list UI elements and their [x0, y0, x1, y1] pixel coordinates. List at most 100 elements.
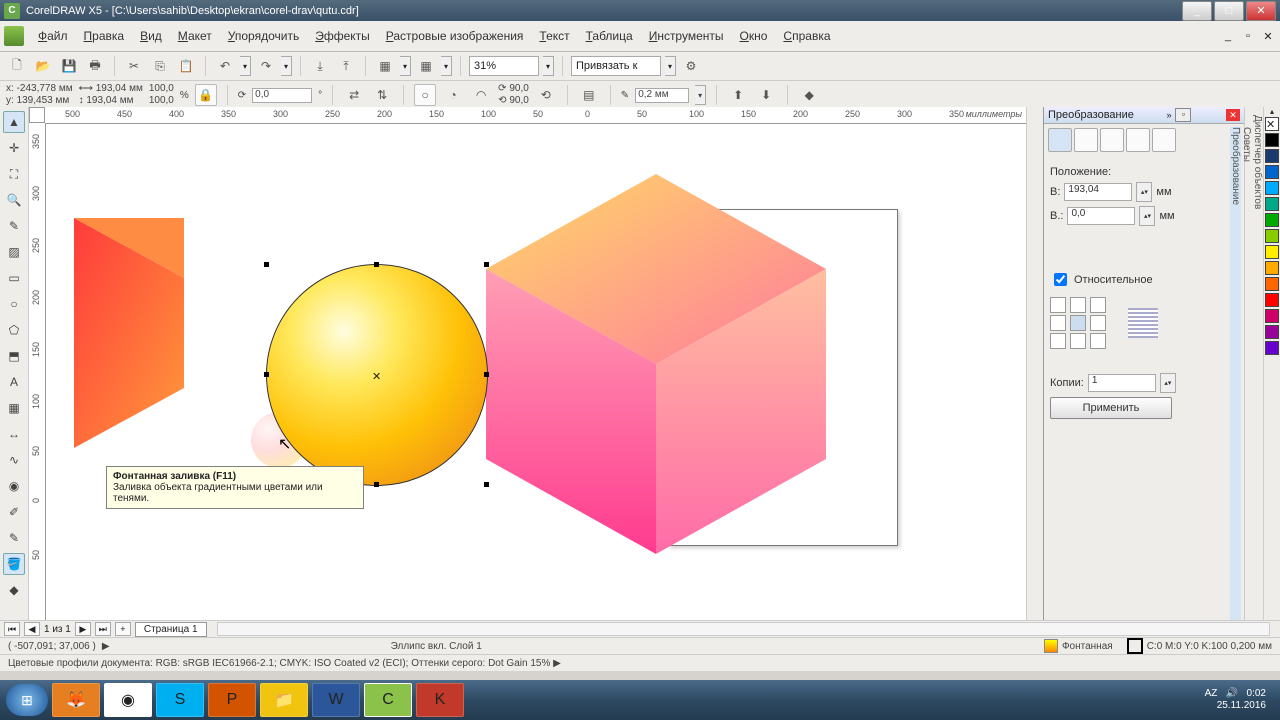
zoom-input[interactable]: 31% [469, 56, 539, 76]
vertical-scrollbar[interactable] [1026, 107, 1043, 620]
menu-table[interactable]: Таблица [578, 27, 641, 45]
swatch-lime[interactable] [1265, 229, 1279, 243]
swatch-purple[interactable] [1265, 341, 1279, 355]
spin-h[interactable]: ▴▾ [1136, 182, 1152, 202]
docker-close[interactable]: ✕ [1226, 109, 1240, 121]
fill-swatch-icon[interactable] [1044, 639, 1058, 653]
docker-header[interactable]: Преобразование » ▫ ✕ [1044, 107, 1244, 124]
palette-up[interactable]: ▴ [1264, 107, 1280, 116]
ruler-horizontal[interactable]: 500 450 400 350 300 250 200 150 100 50 0… [45, 107, 1026, 124]
mirror-h[interactable]: ⇄ [343, 84, 365, 106]
taskbar-chrome[interactable]: ◉ [104, 683, 152, 717]
size-w[interactable]: 193,04 мм [96, 83, 143, 94]
close-button[interactable]: ✕ [1246, 1, 1276, 21]
menu-effects[interactable]: Эффекты [307, 27, 378, 45]
field-h-input[interactable]: 193,04 [1064, 183, 1132, 201]
export-button[interactable]: ⤒ [335, 55, 357, 77]
rectangle-tool[interactable]: ▭ [3, 267, 25, 289]
anchor-nw[interactable] [1050, 297, 1066, 313]
anchor-se[interactable] [1090, 333, 1106, 349]
rail-hints[interactable]: Советы [1241, 127, 1252, 620]
mdi-min[interactable]: _ [1220, 30, 1236, 43]
cut-button[interactable]: ✂ [123, 55, 145, 77]
mdi-close[interactable]: ✕ [1260, 30, 1276, 43]
outline-swatch-icon[interactable] [1127, 638, 1143, 654]
tray-lang[interactable]: AZ [1205, 688, 1218, 699]
basic-shapes-tool[interactable]: ⬒ [3, 345, 25, 367]
swatch-blue[interactable] [1265, 165, 1279, 179]
outline-tool[interactable]: ✎ [3, 527, 25, 549]
blend-tool[interactable]: ◉ [3, 475, 25, 497]
menu-text[interactable]: Текст [531, 27, 577, 45]
pick-tool[interactable]: ▲ [3, 111, 25, 133]
swatch-yellow[interactable] [1265, 245, 1279, 259]
maximize-button[interactable]: □ [1214, 1, 1244, 21]
options-button[interactable]: ⚙ [680, 55, 702, 77]
zoom-tool[interactable]: 🔍 [3, 189, 25, 211]
anchor-e[interactable] [1090, 315, 1106, 331]
print-button[interactable]: 🖶 [84, 55, 106, 77]
collapse-icon[interactable]: » [1166, 110, 1171, 120]
size-h[interactable]: 193,04 мм [86, 95, 133, 106]
fill-tool[interactable]: 🪣 [3, 553, 25, 575]
swatch-teal[interactable] [1265, 197, 1279, 211]
shape-tool[interactable]: ✛ [3, 137, 25, 159]
rail-objects[interactable]: Диспетчер объектов [1252, 115, 1263, 620]
dimension-tool[interactable]: ↔ [3, 423, 25, 445]
swatch-magenta[interactable] [1265, 325, 1279, 339]
undo-dd[interactable]: ▾ [240, 56, 251, 76]
page-next[interactable]: ▶ [75, 622, 91, 636]
ruler-vertical[interactable]: 350 300 250 200 150 100 50 0 50 [29, 124, 46, 620]
zoom-dd[interactable]: ▾ [543, 56, 554, 76]
handle-se[interactable] [484, 482, 489, 487]
handle-nw[interactable] [264, 262, 269, 267]
menu-layout[interactable]: Макет [170, 27, 220, 45]
direction-toggle[interactable]: ⟲ [535, 84, 557, 106]
swatch-orange[interactable] [1265, 261, 1279, 275]
menu-arrange[interactable]: Упорядочить [220, 27, 307, 45]
handle-n[interactable] [374, 262, 379, 267]
tab-rotate[interactable] [1074, 128, 1098, 152]
rail-transform[interactable]: Преобразование [1230, 127, 1241, 620]
taskbar-coreldraw[interactable]: C [364, 683, 412, 717]
page-last[interactable]: ⏭ [95, 622, 111, 636]
swatch-navy[interactable] [1265, 149, 1279, 163]
swatch-red[interactable] [1265, 293, 1279, 307]
open-button[interactable]: 📂 [32, 55, 54, 77]
relative-checkbox[interactable] [1054, 273, 1067, 286]
menu-edit[interactable]: Правка [76, 27, 133, 45]
horizontal-scrollbar[interactable] [217, 622, 1270, 636]
publish-button[interactable]: ▦ [374, 55, 396, 77]
mdi-max[interactable]: ▫ [1240, 30, 1256, 43]
taskbar-kaspersky[interactable]: K [416, 683, 464, 717]
app-icon[interactable] [4, 26, 24, 46]
scale-y[interactable]: 100,0 [149, 95, 174, 106]
ruler-corner[interactable] [29, 107, 45, 123]
undo-button[interactable]: ↶ [214, 55, 236, 77]
arc-mode[interactable]: ◠ [470, 84, 492, 106]
text-tool[interactable]: A [3, 371, 25, 393]
ellipse-mode[interactable]: ○ [414, 84, 436, 106]
anchor-n[interactable] [1070, 297, 1086, 313]
pie-mode[interactable]: ◔ [442, 84, 464, 106]
anchor-ne[interactable] [1090, 297, 1106, 313]
swatch-dkorange[interactable] [1265, 277, 1279, 291]
menu-window[interactable]: Окно [732, 27, 776, 45]
handle-ne[interactable] [484, 262, 489, 267]
tab-skew[interactable] [1152, 128, 1176, 152]
app-launcher[interactable]: ▦ [415, 55, 437, 77]
save-button[interactable]: 💾 [58, 55, 80, 77]
page-prev[interactable]: ◀ [24, 622, 40, 636]
outline-width[interactable]: 0,2 мм [635, 88, 689, 103]
crop-tool[interactable]: ⛶ [3, 163, 25, 185]
scale-x[interactable]: 100,0 [149, 83, 174, 94]
paste-button[interactable]: 📋 [175, 55, 197, 77]
menu-tools[interactable]: Инструменты [641, 27, 732, 45]
menu-bitmaps[interactable]: Растровые изображения [378, 27, 532, 45]
tab-size[interactable] [1126, 128, 1150, 152]
menu-file[interactable]: Файл [30, 27, 76, 45]
pos-x[interactable]: -243,778 мм [17, 83, 73, 94]
snap-dd[interactable]: ▾ [665, 56, 676, 76]
polygon-tool[interactable]: ⬠ [3, 319, 25, 341]
connector-tool[interactable]: ∿ [3, 449, 25, 471]
